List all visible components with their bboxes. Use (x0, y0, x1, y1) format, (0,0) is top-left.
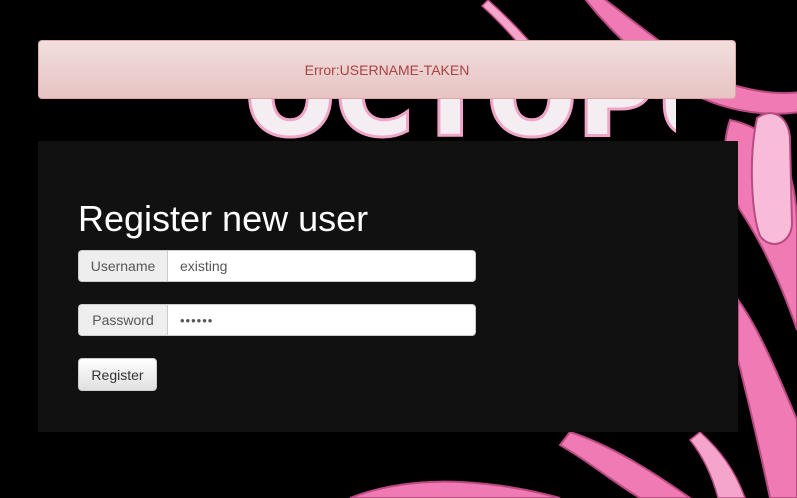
tentacle-lower-right (737, 296, 797, 498)
tentacle-bottom-3 (349, 480, 561, 498)
error-alert: Error:USERNAME-TAKEN (38, 40, 736, 99)
username-input-group: Username existing (78, 250, 476, 282)
sucker (750, 112, 794, 245)
register-panel: Register new user Username existing Pass… (38, 141, 738, 432)
password-label: Password (78, 304, 167, 336)
username-field[interactable]: existing (167, 250, 476, 282)
tentacle-bottom-2 (688, 431, 746, 498)
password-input-group: Password •••••• (78, 304, 476, 336)
register-button[interactable]: Register (78, 358, 157, 391)
page-title: Register new user (78, 198, 369, 239)
password-field[interactable]: •••••• (167, 304, 476, 336)
tentacle-bottom (558, 430, 692, 498)
error-message: Error:USERNAME-TAKEN (304, 61, 470, 78)
username-label: Username (78, 250, 167, 282)
